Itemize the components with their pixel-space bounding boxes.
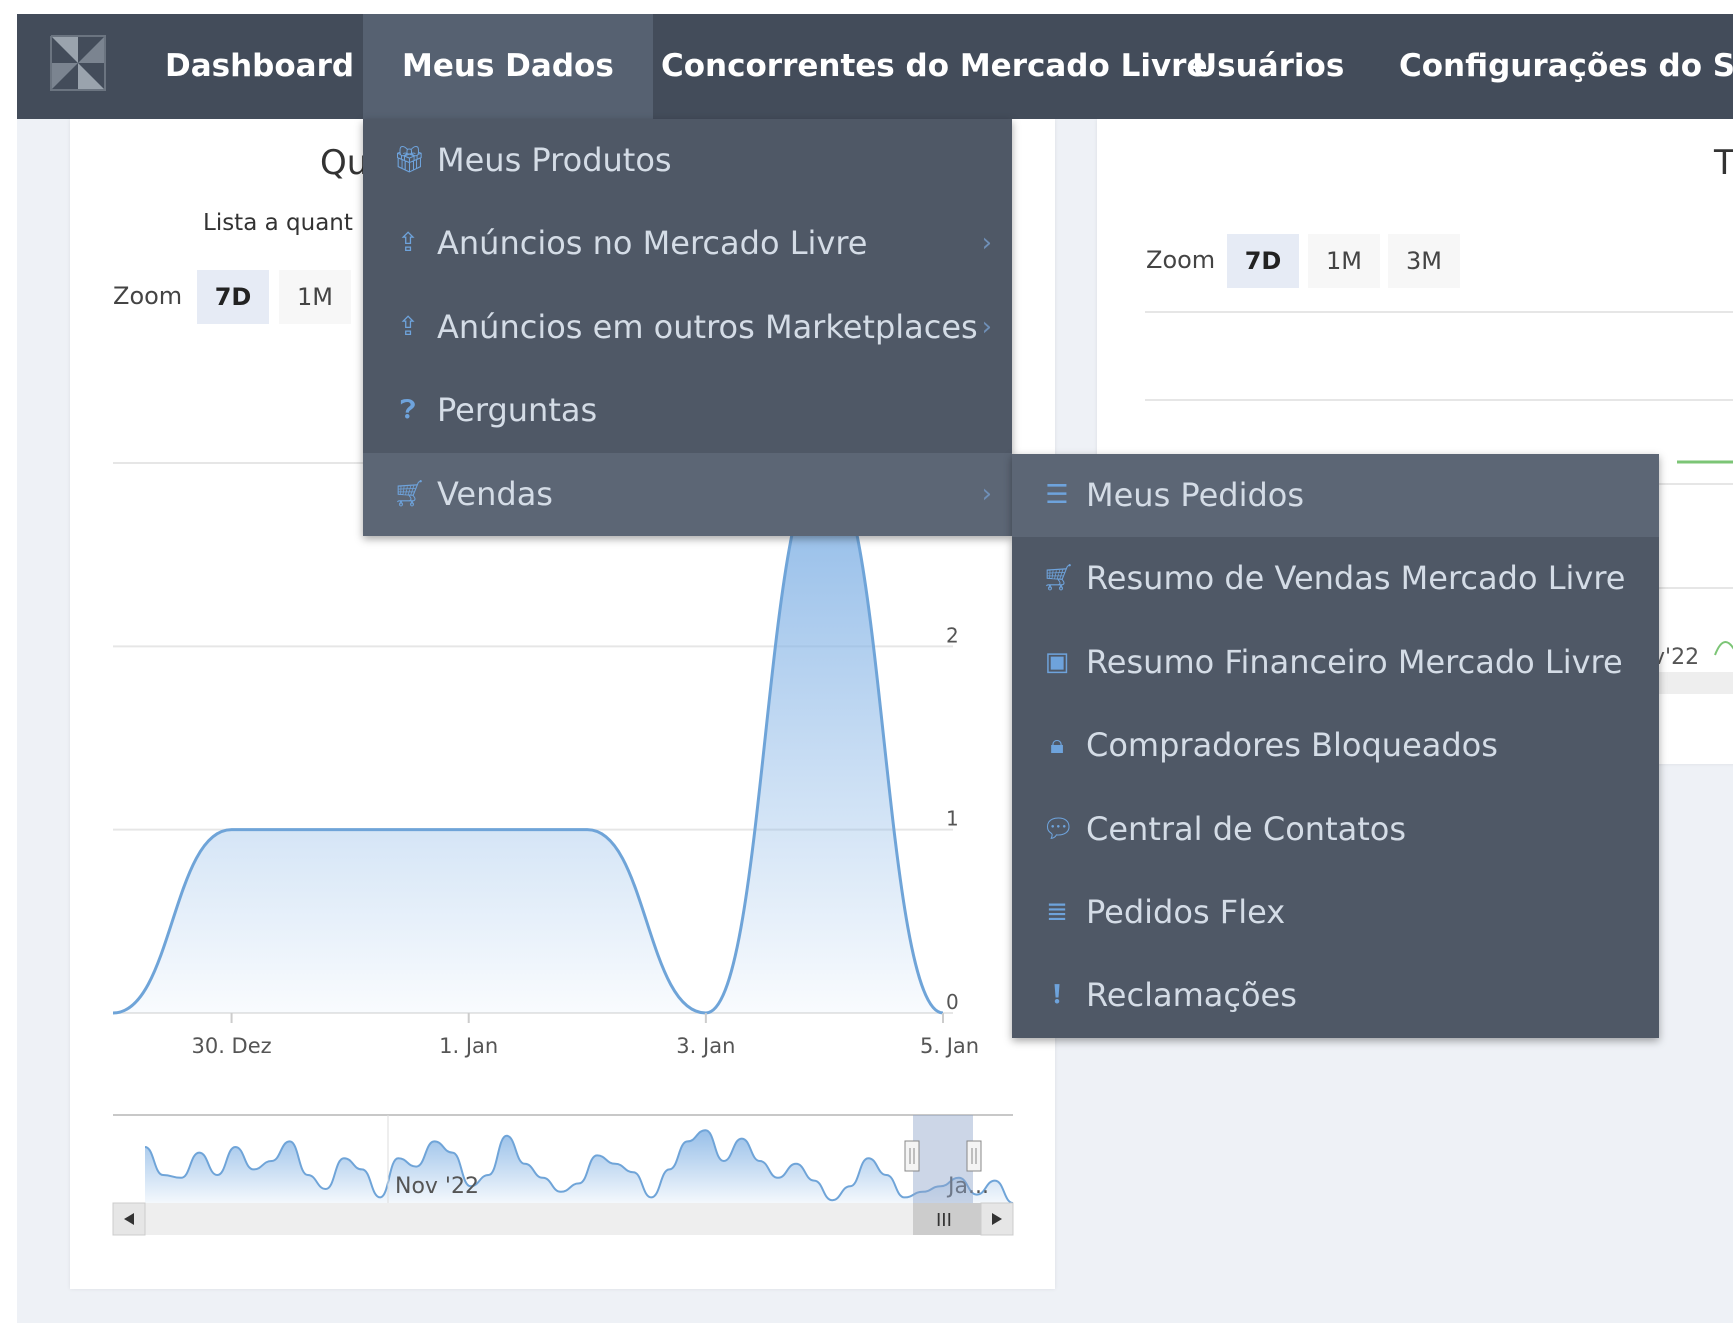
scrollbar-grip-icon: III xyxy=(936,1210,952,1231)
submenu-item-pedidos-flex[interactable]: ≣ Pedidos Flex xyxy=(1012,871,1659,954)
menu-item-label: Resumo Financeiro Mercado Livre xyxy=(1086,643,1623,681)
nav-usuarios[interactable]: Usuários xyxy=(1192,14,1344,119)
vendas-submenu: ☰ Meus Pedidos 🛒︎ Resumo de Vendas Merca… xyxy=(1012,454,1659,1038)
menu-item-anuncios-mercado-livre[interactable]: ⇪ Anúncios no Mercado Livre › xyxy=(363,202,1012,285)
navigator-label: v'22 xyxy=(1652,645,1699,670)
menu-item-label: Perguntas xyxy=(437,391,598,429)
money-icon: ▣ xyxy=(1044,647,1070,677)
menu-item-label: Central de Contatos xyxy=(1086,810,1407,848)
menu-item-meus-produtos[interactable]: 🎁︎ Meus Produtos xyxy=(363,119,1012,202)
menu-item-vendas[interactable]: 🛒︎ Vendas › xyxy=(363,453,1012,536)
submenu-item-compradores-bloqueados[interactable]: 🔒︎ Compradores Bloqueados xyxy=(1012,704,1659,787)
y-tick-label: 2 xyxy=(946,623,959,647)
list-alt-icon: ☰ xyxy=(1045,480,1069,510)
nav-concorrentes[interactable]: Concorrentes do Mercado Livre xyxy=(661,14,1207,119)
chevron-right-icon: › xyxy=(981,479,992,509)
menu-item-label: Anúncios no Mercado Livre xyxy=(437,224,868,262)
menu-item-label: Vendas xyxy=(437,475,553,513)
menu-item-label: Pedidos Flex xyxy=(1086,893,1286,931)
cart-icon: 🛒︎ xyxy=(1042,563,1076,593)
submenu-item-resumo-financeiro[interactable]: ▣ Resumo Financeiro Mercado Livre xyxy=(1012,621,1659,704)
menu-item-label: Compradores Bloqueados xyxy=(1086,726,1498,764)
meus-dados-menu: 🎁︎ Meus Produtos ⇪ Anúncios no Mercado L… xyxy=(363,119,1012,536)
pinwheel-logo-icon[interactable] xyxy=(43,28,113,98)
chat-icon: 💬︎ xyxy=(1042,814,1076,844)
submenu-item-resumo-vendas[interactable]: 🛒︎ Resumo de Vendas Mercado Livre xyxy=(1012,537,1659,620)
menu-item-label: Meus Produtos xyxy=(437,141,672,179)
exclamation-circle-icon: ❗︎ xyxy=(1053,980,1061,1010)
submenu-item-meus-pedidos[interactable]: ☰ Meus Pedidos xyxy=(1012,454,1659,537)
menu-item-anuncios-outros-marketplaces[interactable]: ⇪ Anúncios em outros Marketplaces › xyxy=(363,286,1012,369)
submenu-item-reclamacoes[interactable]: ❗︎ Reclamações xyxy=(1012,954,1659,1037)
x-tick-label: 3. Jan xyxy=(676,1034,735,1058)
y-tick-label: 0 xyxy=(946,990,959,1014)
navigator-left-handle[interactable] xyxy=(904,1140,920,1172)
question-circle-icon: ❓︎ xyxy=(400,395,416,425)
y-tick-label: 1 xyxy=(946,807,959,831)
gift-icon: 🎁︎ xyxy=(393,145,427,175)
menu-item-label: Resumo de Vendas Mercado Livre xyxy=(1086,559,1626,597)
menu-item-label: Reclamações xyxy=(1086,976,1297,1014)
upload-icon: ⇪ xyxy=(397,228,419,258)
navigator-line xyxy=(1714,641,1733,656)
navigator-label-nov: Nov '22 xyxy=(395,1174,479,1199)
nav-dashboard[interactable]: Dashboard xyxy=(165,14,354,119)
x-tick-label: 1. Jan xyxy=(439,1034,498,1058)
chevron-right-icon: › xyxy=(981,312,992,342)
x-tick-label: 30. Dez xyxy=(191,1034,271,1058)
lock-icon: 🔒︎ xyxy=(1050,730,1064,760)
navigator-right-handle[interactable] xyxy=(966,1140,982,1172)
submenu-item-central-contatos[interactable]: 💬︎ Central de Contatos xyxy=(1012,788,1659,871)
nav-configuracoes[interactable]: Configurações do Sister xyxy=(1399,14,1733,119)
scrollbar-track[interactable] xyxy=(113,1203,1013,1235)
chevron-right-icon: › xyxy=(981,228,992,258)
list-icon: ≣ xyxy=(1046,897,1068,927)
menu-item-label: Anúncios em outros Marketplaces xyxy=(437,308,978,346)
navigator-selected-range[interactable] xyxy=(913,1115,973,1203)
menu-item-perguntas[interactable]: ❓︎ Perguntas xyxy=(363,369,1012,452)
series-area-fill xyxy=(113,463,943,1013)
x-tick-label: 5. Jan xyxy=(920,1034,979,1058)
scrollbar-track[interactable] xyxy=(1652,672,1733,694)
upload-icon: ⇪ xyxy=(397,312,419,342)
nav-meus-dados[interactable]: Meus Dados xyxy=(363,14,653,119)
top-navbar: Dashboard Meus Dados Concorrentes do Mer… xyxy=(17,14,1733,119)
cart-icon: 🛒︎ xyxy=(393,479,427,509)
menu-item-label: Meus Pedidos xyxy=(1086,476,1305,514)
navigator-area xyxy=(145,1130,1013,1203)
